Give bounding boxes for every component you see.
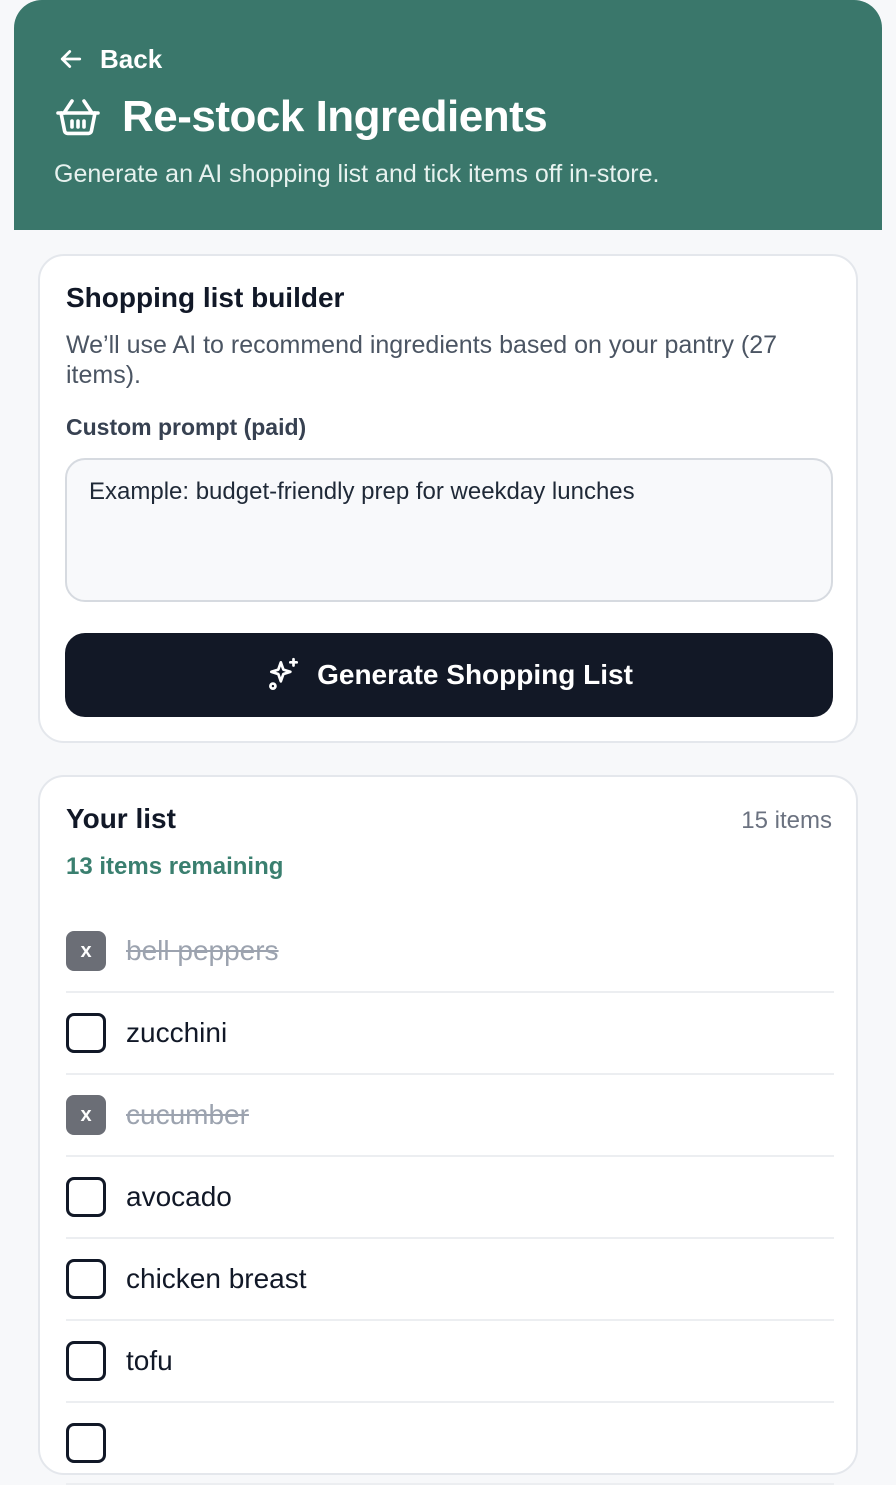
custom-prompt-label: Custom prompt (paid) — [66, 414, 307, 440]
item-label: chicken breast — [126, 1263, 307, 1294]
your-list-card: Your list 15 items 13 items remaining x … — [38, 775, 858, 1485]
back-label: Back — [100, 43, 163, 74]
item-checkbox[interactable] — [66, 1259, 106, 1299]
shopping-list: x bell peppers zucchini x cucumber avoca… — [66, 911, 834, 1485]
sparkles-icon — [269, 657, 299, 690]
page-subtitle: Generate an AI shopping list and tick it… — [54, 160, 660, 188]
generate-shopping-list-button[interactable]: Generate Shopping List — [65, 633, 833, 717]
list-item[interactable] — [66, 1403, 834, 1485]
list-item[interactable]: x bell peppers — [66, 911, 834, 993]
item-checkbox[interactable] — [66, 1341, 106, 1381]
item-label: cucumber — [126, 1099, 249, 1130]
list-item[interactable]: avocado — [66, 1157, 834, 1239]
item-checkbox[interactable]: x — [66, 1095, 106, 1135]
item-label: tofu — [126, 1345, 173, 1376]
list-title: Your list — [66, 803, 176, 834]
list-item-count: 15 items — [741, 807, 832, 834]
shopping-list-builder-card: Shopping list builder We’ll use AI to re… — [38, 254, 858, 743]
generate-button-label: Generate Shopping List — [317, 659, 633, 690]
list-item[interactable]: chicken breast — [66, 1239, 834, 1321]
builder-description: We’ll use AI to recommend ingredients ba… — [66, 331, 778, 389]
item-label: bell peppers — [126, 935, 279, 966]
title-row: Re-stock Ingredients — [54, 92, 548, 142]
custom-prompt-input[interactable] — [65, 458, 833, 602]
list-item[interactable]: zucchini — [66, 993, 834, 1075]
item-label: avocado — [126, 1181, 232, 1212]
item-checkbox[interactable] — [66, 1177, 106, 1217]
basket-icon — [56, 99, 100, 136]
item-checkbox[interactable]: x — [66, 931, 106, 971]
items-remaining: 13 items remaining — [66, 853, 284, 880]
page-header: Back Re-stock Ingredients Generate an AI… — [14, 0, 882, 230]
back-button[interactable]: Back — [56, 40, 162, 78]
arrow-left-icon — [60, 50, 82, 68]
item-checkbox[interactable] — [66, 1013, 106, 1053]
item-checkbox[interactable] — [66, 1423, 106, 1463]
item-label: zucchini — [126, 1017, 228, 1048]
builder-title: Shopping list builder — [66, 282, 345, 313]
list-item[interactable]: x cucumber — [66, 1075, 834, 1157]
page-title: Re-stock Ingredients — [122, 92, 548, 141]
list-item[interactable]: tofu — [66, 1321, 834, 1403]
